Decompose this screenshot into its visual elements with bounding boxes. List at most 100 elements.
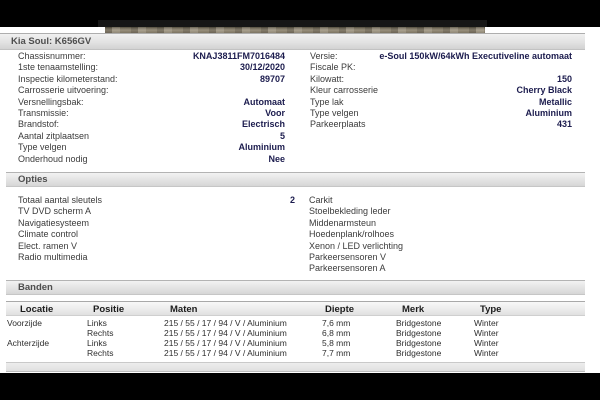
vehicle-info-left-column: Chassisnummer: KNAJ3811FM7016484 1ste ten… <box>18 51 285 165</box>
spec-label: Aantal zitplaatsen <box>18 130 90 141</box>
option-row: Hoedenplank/rolhoes <box>309 229 572 240</box>
spec-label: Kleur carrosserie <box>310 85 379 96</box>
spec-row: Versie: e-Soul 150kW/64kWh Executiveline … <box>310 51 572 62</box>
option-label: Hoedenplank/rolhoes <box>309 229 395 240</box>
option-label: Radio multimedia <box>18 251 88 262</box>
spec-label: Type velgen <box>18 142 67 153</box>
option-row: Stoelbekleding leder <box>309 206 572 217</box>
spec-value: 150 <box>556 73 572 84</box>
column-header-diepte: Diepte <box>325 304 355 315</box>
banden-section-title: Banden <box>18 282 53 293</box>
column-header-maten: Maten <box>170 304 198 315</box>
spec-label: Carrosserie uitvoering: <box>18 85 109 96</box>
cell-maten: 215 / 55 / 17 / 94 / V / Aluminium <box>164 328 287 338</box>
spec-value: Voor <box>265 107 285 118</box>
option-row: Middenarmsteun <box>309 218 572 229</box>
spec-value: Aluminium <box>238 142 286 153</box>
bottom-frame-bar <box>0 373 600 400</box>
banden-section-bar: Banden <box>6 280 585 295</box>
report-title-bar: Kia Soul: K656GV <box>0 33 585 50</box>
option-label: Totaal aantal sleutels <box>18 195 103 205</box>
spec-value: Electrisch <box>241 119 285 130</box>
spec-label: Fiscale PK: <box>310 62 356 73</box>
option-label: Climate control <box>18 229 79 240</box>
spec-label: Onderhoud nodig <box>18 153 88 164</box>
spec-row: Onderhoud nodig Nee <box>18 154 285 165</box>
spec-value: Metallic <box>538 96 572 107</box>
spec-label: Parkeerplaats <box>310 119 366 130</box>
cell-type: Winter <box>474 338 499 348</box>
spec-value: 30/12/2020 <box>239 62 285 73</box>
spec-value: Cherry Black <box>516 85 572 96</box>
spec-row: Chassisnummer: KNAJ3811FM7016484 <box>18 51 285 62</box>
spec-value: KNAJ3811FM7016484 <box>192 51 285 61</box>
cell-merk: Bridgestone <box>396 318 442 328</box>
spec-value: 5 <box>279 130 285 141</box>
spec-row: Type lak Metallic <box>310 97 572 108</box>
opties-section-bar: Opties <box>6 172 585 187</box>
cell-positie: Links <box>87 318 107 328</box>
spec-label: Versie: <box>310 51 338 61</box>
spec-value: Nee <box>268 153 285 164</box>
spec-label: 1ste tenaamstelling: <box>18 62 99 73</box>
cell-diepte: 7,6 mm <box>322 318 351 328</box>
cell-positie: Rechts <box>87 328 114 338</box>
option-row: Parkeersensoren V <box>309 252 572 263</box>
column-header-type: Type <box>480 304 502 315</box>
cell-diepte: 6,8 mm <box>322 328 351 338</box>
option-row: Radio multimedia <box>18 252 295 263</box>
column-header-merk: Merk <box>402 304 425 315</box>
option-row: Parkeersensoren A <box>309 263 572 274</box>
cell-maten: 215 / 55 / 17 / 94 / V / Aluminium <box>164 348 287 358</box>
spec-value: Automaat <box>243 96 285 107</box>
tires-table-header: Locatie Positie Maten Diepte Merk Type <box>6 301 585 316</box>
spec-label: Brandstof: <box>18 119 60 130</box>
top-frame-bar <box>0 0 600 27</box>
tire-table-row: Achterzijde Links 215 / 55 / 17 / 94 / V… <box>0 338 585 348</box>
spec-row: Carrosserie uitvoering: <box>18 85 285 96</box>
spec-value: e-Soul 150kW/64kWh Executiveline automaa… <box>379 51 572 61</box>
spec-row: Aantal zitplaatsen 5 <box>18 131 285 142</box>
cell-positie: Links <box>87 338 107 348</box>
report-title: Kia Soul: K656GV <box>11 36 92 47</box>
opties-section-title: Opties <box>18 174 48 185</box>
spec-row: Brandstof: Electrisch <box>18 119 285 130</box>
spec-row: Parkeerplaats 431 <box>310 119 572 130</box>
spec-value: 89707 <box>259 73 285 84</box>
option-row: TV DVD scherm A <box>18 206 295 217</box>
option-row: Carkit <box>309 195 572 206</box>
cell-diepte: 7,7 mm <box>322 348 351 358</box>
spec-label: Type velgen <box>310 107 359 118</box>
cell-diepte: 5,8 mm <box>322 338 351 348</box>
cell-merk: Bridgestone <box>396 328 442 338</box>
cell-locatie: Achterzijde <box>7 338 50 348</box>
cell-type: Winter <box>474 318 499 328</box>
column-header-locatie: Locatie <box>20 304 54 315</box>
option-row: Elect. ramen V <box>18 241 295 252</box>
spec-row: Versnellingsbak: Automaat <box>18 97 285 108</box>
option-row: Totaal aantal sleutels 2 <box>18 195 295 206</box>
option-label: Parkeersensoren A <box>309 263 386 274</box>
cell-type: Winter <box>474 348 499 358</box>
spec-row: Transmissie: Voor <box>18 108 285 119</box>
option-row: Climate control <box>18 229 295 240</box>
spec-label: Chassisnummer: <box>18 51 86 61</box>
spec-row: Fiscale PK: <box>310 62 572 73</box>
cell-merk: Bridgestone <box>396 338 442 348</box>
spec-label: Inspectie kilometerstand: <box>18 73 118 84</box>
table-footer-strip <box>6 362 585 372</box>
option-row: Xenon / LED verlichting <box>309 241 572 252</box>
option-value: 2 <box>289 195 295 205</box>
option-label: Stoelbekleding leder <box>309 206 391 217</box>
cell-maten: 215 / 55 / 17 / 94 / V / Aluminium <box>164 338 287 348</box>
opties-left-column: Totaal aantal sleutels 2 TV DVD scherm A … <box>18 195 295 263</box>
photo-window-edge <box>98 20 487 27</box>
spec-label: Type lak <box>310 96 344 107</box>
cell-merk: Bridgestone <box>396 348 442 358</box>
option-label: TV DVD scherm A <box>18 206 92 217</box>
spec-label: Transmissie: <box>18 107 69 118</box>
cell-type: Winter <box>474 328 499 338</box>
spec-row: Type velgen Aluminium <box>18 142 285 153</box>
vehicle-report-page: Kia Soul: K656GV Chassisnummer: KNAJ3811F… <box>0 0 600 400</box>
spec-row: 1ste tenaamstelling: 30/12/2020 <box>18 62 285 73</box>
